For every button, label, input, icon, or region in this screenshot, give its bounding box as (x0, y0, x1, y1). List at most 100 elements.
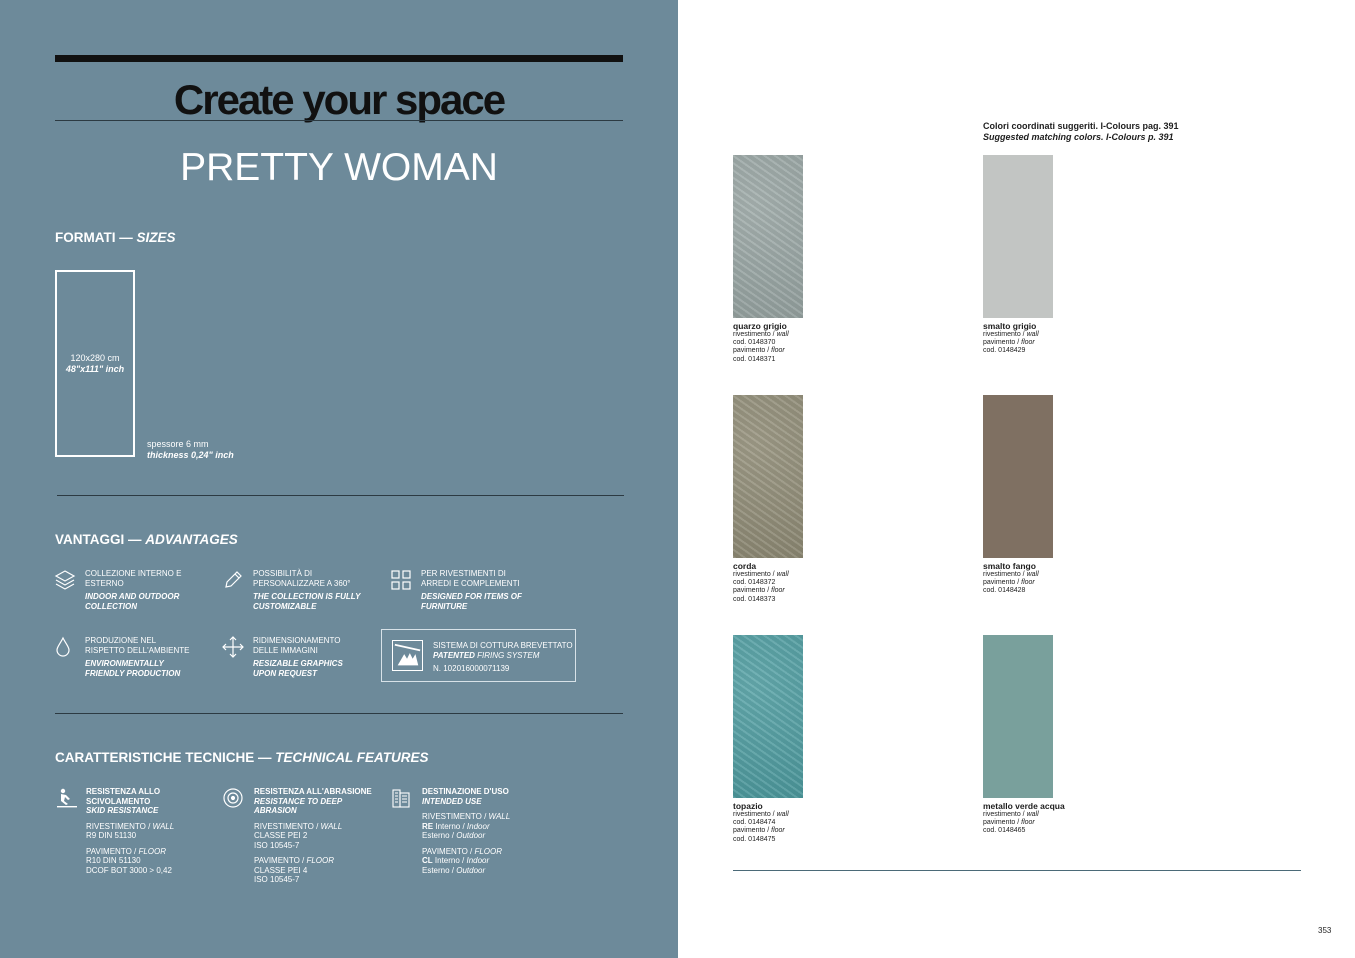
color-swatch (733, 635, 803, 798)
swatch-detail-text: pavimento / (983, 819, 1022, 827)
color-swatch (733, 395, 803, 558)
swatch-detail-en: floor (771, 827, 785, 835)
top-bar (55, 55, 623, 62)
tech-label-en: WALL (320, 821, 343, 831)
swatch-detail: cod. 0148373 (733, 596, 853, 604)
bottom-divider (733, 870, 1301, 871)
swatch-detail: rivestimento / wall (983, 811, 1103, 819)
tech-floor: PAVIMENTO / FLOOR CL Interno / Indoor Este… (422, 847, 542, 876)
tech-value: R10 DIN 51130 (86, 856, 141, 865)
patent-box: SISTEMA DI COTTURA BREVETTATO PATENTED F… (381, 629, 576, 682)
swatch-detail-text: pavimento / (983, 339, 1022, 347)
advantage-text: POSSIBILITÀ DI PERSONALIZZARE A 360° (253, 569, 351, 588)
swatch-detail: cod. 0148429 (983, 347, 1103, 355)
tech-title: RESISTENZA ALLO SCIVOLAMENTO (86, 787, 161, 806)
tech-label: PAVIMENTO / (86, 846, 139, 856)
advantage-text-en: ENVIRONMENTALLY FRIENDLY PRODUCTION (85, 659, 181, 678)
swatch-detail-text: cod. 0148475 (733, 835, 776, 843)
swatch-detail-en: wall (1026, 331, 1039, 338)
swatch-detail-en: wall (776, 811, 789, 818)
swatch-detail-en: wall (776, 331, 789, 338)
swatch-detail-text: pavimento / (733, 827, 772, 835)
swatch-detail: cod. 0148474 (733, 819, 853, 827)
tech-label: PAVIMENTO / (422, 846, 475, 856)
tech-label-en: FLOOR (474, 846, 503, 856)
swatch-detail-text: rivestimento / (733, 331, 777, 338)
tech-col-skid: RESISTENZA ALLO SCIVOLAMENTO SKID RESIST… (86, 787, 206, 875)
swatch-detail: cod. 0148372 (733, 579, 853, 587)
layers-icon (54, 570, 76, 590)
swatch-detail-text: rivestimento / (733, 811, 777, 818)
swatch-label: quarzo grigio rivestimento / wall cod. 014… (733, 321, 853, 364)
swatch-detail-en: floor (1021, 819, 1035, 827)
tech-value: R9 DIN 51130 (86, 831, 137, 840)
right-panel: Colori coordinati suggeriti. I-Colours p… (678, 0, 1355, 958)
tech-wall: RIVESTIMENTO / WALL CLASSE PEI 2 ISO 10545… (254, 822, 384, 851)
tech-value: CLASSE PEI 4 (254, 865, 308, 875)
tech-value: ISO 10545-7 (254, 875, 300, 884)
tech-label-en: FLOOR (138, 846, 167, 856)
tech-title: DESTINAZIONE D'USO (422, 787, 509, 796)
advantage-text-en: DESIGNED FOR ITEMS OF FURNITURE (421, 592, 522, 611)
swatch-label: smalto grigio rivestimento / wall paviment… (983, 321, 1103, 356)
tech-label-en: FLOOR (306, 856, 335, 865)
advantage-text: PER RIVESTIMENTI DI ARREDI E COMPLEMENTI (421, 569, 520, 588)
patent-line2-rest: FIRING SYSTEM (477, 651, 540, 660)
swatch-detail: rivestimento / wall (983, 571, 1103, 579)
swatch-detail-en: wall (1026, 571, 1039, 578)
swatch-label: corda rivestimento / wall cod. 0148372 pavi… (733, 561, 853, 604)
swatch-detail: cod. 0148428 (983, 587, 1103, 595)
sizes-heading: FORMATI — SIZES (55, 230, 176, 245)
technical-heading-it: CARATTERISTICHE TECNICHE — (55, 750, 276, 765)
swatch-detail-en: floor (1021, 579, 1035, 587)
swatch-detail-text: rivestimento / (983, 811, 1027, 818)
collection-name: PRETTY WOMAN (180, 146, 498, 189)
swatch-name: smalto grigio (983, 321, 1037, 331)
tech-value: Interno / (432, 856, 467, 865)
swatch-detail: rivestimento / wall (983, 331, 1103, 339)
slip-icon (57, 788, 77, 808)
advantage-item: COLLEZIONE INTERNO E ESTERNO INDOOR AND O… (85, 569, 195, 612)
swatch-name: topazio (733, 801, 763, 811)
tech-title-en: RESISTANCE TO DEEP ABRASION (254, 796, 342, 816)
swatch-detail: cod. 0148475 (733, 836, 853, 844)
advantage-item: PER RIVESTIMENTI DI ARREDI E COMPLEMENTI… (421, 569, 531, 612)
pencil-icon (225, 571, 242, 588)
swatch-detail: pavimento / floor (733, 827, 853, 835)
matching-colors-it: Colori coordinati suggeriti. I-Colours p… (983, 121, 1179, 131)
tech-col-use: DESTINAZIONE D'USO INTENDED USE RIVESTIM… (422, 787, 542, 875)
swatch-label: topazio rivestimento / wall cod. 0148474 pa… (733, 801, 853, 844)
swatch-detail: rivestimento / wall (733, 811, 853, 819)
advantages-heading-en: ADVANTAGES (145, 532, 238, 547)
tech-label: RIVESTIMENTO / (86, 821, 153, 831)
advantage-text: COLLEZIONE INTERNO E ESTERNO (85, 569, 182, 588)
drop-icon (56, 636, 70, 657)
move-arrows-icon (222, 636, 244, 658)
swatch-detail: cod. 0148370 (733, 339, 853, 347)
swatch-detail: pavimento / floor (983, 819, 1103, 827)
patent-line2: PATENTED FIRING SYSTEM (433, 651, 573, 661)
swatch-detail: pavimento / floor (983, 339, 1103, 347)
swatch-detail-en: floor (1021, 339, 1035, 347)
tech-value: ISO 10545-7 (254, 840, 300, 850)
size-inch: 48"x111" inch (65, 363, 125, 374)
swatch-detail: pavimento / floor (983, 579, 1103, 587)
tech-title: RESISTENZA ALL'ABRASIONE (254, 787, 372, 796)
thickness-inch: thickness 0,24" inch (147, 450, 234, 460)
tech-code: CL (422, 856, 433, 865)
swatch-name: quarzo grigio (733, 321, 787, 331)
matching-colors-en: Suggested matching colors. I-Colours p. … (983, 132, 1174, 142)
matching-colors-heading: Colori coordinati suggeriti. I-Colours p… (983, 121, 1179, 143)
left-panel: Create your space PRETTY WOMAN FORMATI —… (0, 0, 678, 958)
sizes-heading-it: FORMATI — (55, 230, 137, 245)
tech-value-en: Outdoor (456, 831, 486, 840)
swatch-detail-text: cod. 0148428 (983, 587, 1026, 595)
advantage-text-en: RESIZABLE GRAPHICS UPON REQUEST (253, 659, 343, 678)
building-icon (392, 789, 410, 808)
swatch-detail-text: cod. 0148372 (733, 579, 776, 587)
size-diagram: 120x280 cm 48"x111" inch (55, 270, 135, 457)
tech-col-abrasion: RESISTENZA ALL'ABRASIONE RESISTANCE TO D… (254, 787, 384, 885)
size-cm: 120x280 cm (70, 352, 120, 363)
abrasion-icon (223, 788, 243, 808)
swatch-label: metallo verde acqua rivestimento / wall pa… (983, 801, 1103, 836)
